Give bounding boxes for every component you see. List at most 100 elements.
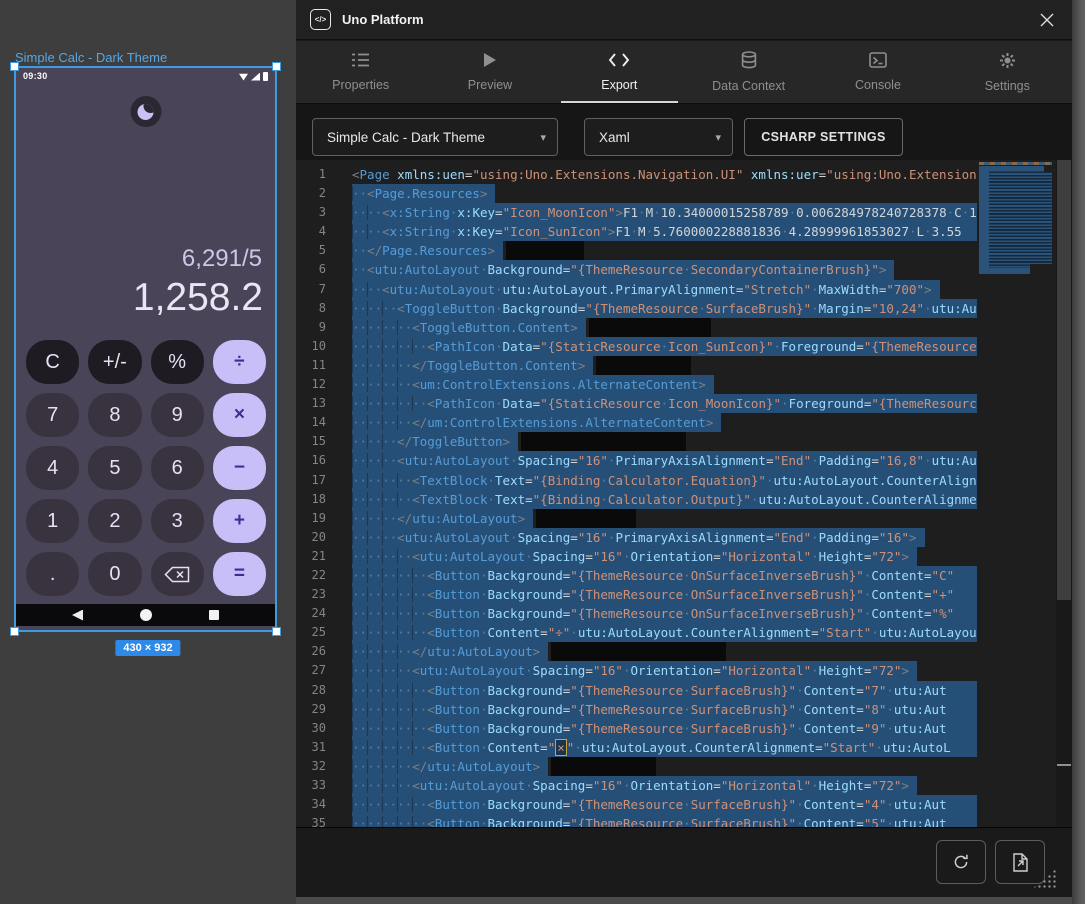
calc-key-5[interactable]: 5	[88, 446, 141, 490]
design-canvas[interactable]: Simple Calc - Dark Theme 09:30 6,291/5 1…	[0, 0, 296, 904]
calc-key-1[interactable]: 1	[26, 499, 79, 543]
code-line: 21········<utu:AutoLayout·Spacing="16"·O…	[296, 547, 977, 566]
line-number: 31	[296, 738, 342, 757]
format-select[interactable]: Xaml ▾	[584, 118, 733, 156]
nav-recents-icon[interactable]	[209, 610, 219, 620]
export-file-button[interactable]	[995, 840, 1045, 884]
scrollbar-match-marker	[1057, 764, 1071, 766]
size-badge: 430 × 932	[115, 640, 180, 656]
keypad: C+/-%÷ 789× 456− 123+.0 =	[26, 340, 266, 596]
code-line: 2··<Page.Resources>	[296, 184, 977, 203]
active-tab-underline	[561, 101, 678, 104]
title-bar: </> Uno Platform	[296, 0, 1085, 40]
calc-key-×[interactable]: ×	[213, 393, 266, 437]
calc-key-%[interactable]: %	[151, 340, 204, 384]
tab-properties[interactable]: Properties	[296, 41, 425, 103]
calc-key-6[interactable]: 6	[151, 446, 204, 490]
line-number: 5	[296, 241, 342, 260]
calc-key-=[interactable]: =	[213, 552, 266, 596]
line-number: 9	[296, 318, 342, 337]
calc-key-C[interactable]: C	[26, 340, 79, 384]
selection-handle[interactable]	[10, 62, 19, 71]
line-number: 7	[296, 280, 342, 299]
line-number: 1	[296, 165, 342, 184]
line-number: 14	[296, 413, 342, 432]
selection-handle[interactable]	[10, 627, 19, 636]
calc-key-7[interactable]: 7	[26, 393, 79, 437]
tab-label: Data Context	[712, 79, 785, 93]
code-line: 1<Page xmlns:uen="using:Uno.Extensions.N…	[296, 165, 977, 184]
refresh-button[interactable]	[936, 840, 986, 884]
signal-icon	[251, 73, 260, 81]
tab-bar: Properties PreviewExport Data Context Conso…	[296, 41, 1072, 104]
layout-select[interactable]: Simple Calc - Dark Theme ▾	[312, 118, 558, 156]
line-number: 18	[296, 490, 342, 509]
code-line: 14········</um:ControlExtensions.Alterna…	[296, 413, 977, 432]
selection-handle[interactable]	[272, 627, 281, 636]
status-time: 09:30	[23, 71, 48, 81]
android-nav-bar	[16, 604, 275, 626]
line-number: 26	[296, 642, 342, 661]
line-number: 8	[296, 299, 342, 318]
line-number: 13	[296, 394, 342, 413]
properties-icon	[351, 52, 370, 73]
code-line: 35··········<Button·Background="{ThemeRe…	[296, 814, 977, 827]
calc-key-9[interactable]: 9	[151, 393, 204, 437]
calc-key-÷[interactable]: ÷	[213, 340, 266, 384]
scrollbar-thumb[interactable]	[1057, 160, 1071, 600]
code-line: 10··········<PathIcon·Data="{StaticResou…	[296, 337, 977, 356]
tab-data-context[interactable]: Data Context	[684, 41, 813, 103]
console-icon	[869, 52, 887, 73]
calc-key-2[interactable]: 2	[88, 499, 141, 543]
close-icon[interactable]	[1037, 10, 1057, 30]
calc-key-8[interactable]: 8	[88, 393, 141, 437]
vertical-scrollbar[interactable]	[1056, 160, 1072, 827]
code-editor[interactable]: 1<Page xmlns:uen="using:Uno.Extensions.N…	[296, 160, 1072, 827]
phone-frame[interactable]: 09:30 6,291/5 1,258.2 C+/-%÷789×456−123+…	[14, 66, 277, 632]
tab-preview[interactable]: Preview	[425, 41, 554, 103]
code-line: 8······<ToggleButton·Background="{ThemeR…	[296, 299, 977, 318]
calc-key-+/-[interactable]: +/-	[88, 340, 141, 384]
code-line: 30··········<Button·Background="{ThemeRe…	[296, 719, 977, 738]
code-line: 29··········<Button·Background="{ThemeRe…	[296, 700, 977, 719]
tab-console[interactable]: Console	[813, 41, 942, 103]
code-lines: 1<Page xmlns:uen="using:Uno.Extensions.N…	[296, 165, 977, 827]
code-line: 12········<um:ControlExtensions.Alternat…	[296, 375, 977, 394]
line-number: 24	[296, 604, 342, 623]
calc-key-+[interactable]: +	[213, 499, 266, 543]
calc-key-.[interactable]: .	[26, 552, 79, 596]
line-number: 27	[296, 661, 342, 680]
line-number: 20	[296, 528, 342, 547]
line-number: 21	[296, 547, 342, 566]
minimap[interactable]	[977, 160, 1056, 827]
line-number: 19	[296, 509, 342, 528]
window-edge[interactable]	[1072, 0, 1085, 904]
calc-key-0[interactable]: 0	[88, 552, 141, 596]
nav-home-icon[interactable]	[140, 609, 152, 621]
code-line: 20······<utu:AutoLayout·Spacing="16"·Pri…	[296, 528, 977, 547]
window-edge[interactable]	[296, 897, 1072, 904]
calc-key-4[interactable]: 4	[26, 446, 79, 490]
code-line: 13··········<PathIcon·Data="{StaticResou…	[296, 394, 977, 413]
calc-key-3[interactable]: 3	[151, 499, 204, 543]
nav-back-icon[interactable]	[72, 610, 83, 621]
frame-label[interactable]: Simple Calc - Dark Theme	[15, 50, 167, 65]
code-line: 22··········<Button·Background="{ThemeRe…	[296, 566, 977, 585]
code-line: 6··<utu:AutoLayout·Background="{ThemeRes…	[296, 260, 977, 279]
csharp-settings-button[interactable]: CSHARP SETTINGS	[744, 118, 903, 156]
line-number: 23	[296, 585, 342, 604]
code-line: 11········</ToggleButton.Content>	[296, 356, 977, 375]
minimap-selection	[979, 166, 1052, 274]
theme-toggle-button[interactable]	[130, 96, 161, 127]
calc-key-−[interactable]: −	[213, 446, 266, 490]
line-number: 32	[296, 757, 342, 776]
calc-key-backspace[interactable]	[151, 552, 204, 596]
tab-label: Properties	[332, 78, 389, 92]
tab-settings[interactable]: Settings	[943, 41, 1072, 103]
export-icon	[608, 52, 630, 73]
code-line: 27········<utu:AutoLayout·Spacing="16"·O…	[296, 661, 977, 680]
line-number: 29	[296, 700, 342, 719]
selection-handle[interactable]	[272, 62, 281, 71]
tab-export[interactable]: Export	[555, 41, 684, 103]
settings-icon	[999, 52, 1016, 74]
